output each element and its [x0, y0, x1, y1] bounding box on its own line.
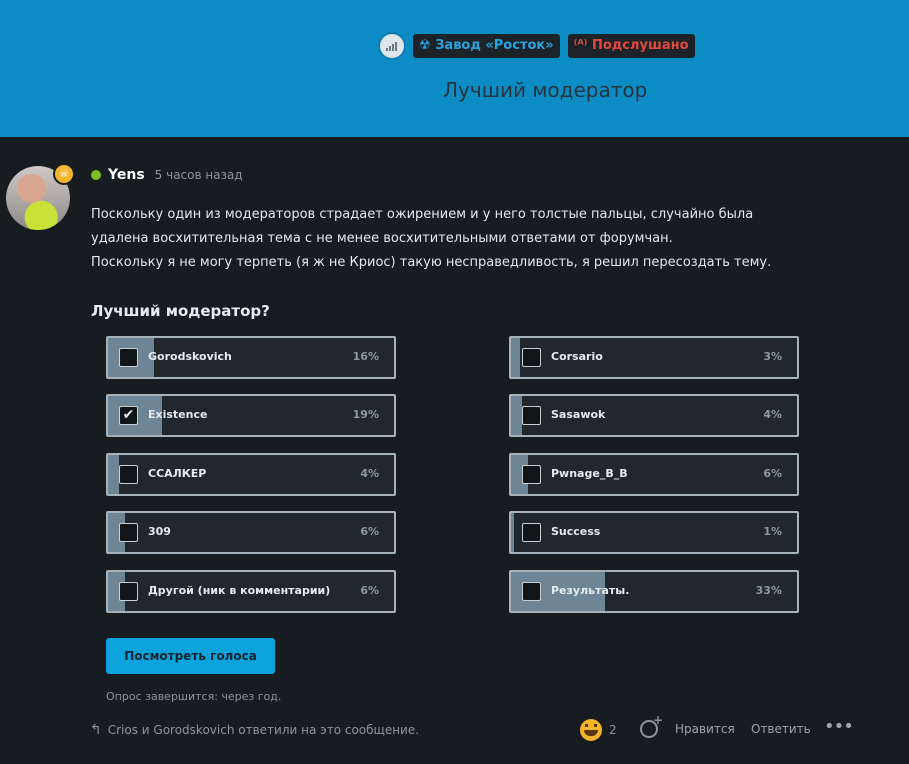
poll-option[interactable]: Success 1% [509, 511, 799, 554]
poll-option-checkbox[interactable] [522, 582, 541, 601]
poll-option-checkbox[interactable] [522, 406, 541, 425]
poll-option-percent: 6% [763, 467, 782, 480]
poll-option-label: Corsario [551, 350, 603, 363]
more-options-icon[interactable]: ••• [824, 716, 854, 737]
poll-option-checkbox[interactable] [119, 465, 138, 484]
poll-option-label: Existence [148, 408, 208, 421]
prefix-label: Завод «Росток» [435, 38, 554, 53]
post-paragraph-2: Поскольку я не могу терпеть (я ж не Крио… [91, 255, 772, 270]
poll-option-result-bar [511, 396, 523, 435]
add-reaction-icon[interactable] [640, 713, 663, 738]
poll-option-label: 309 [148, 525, 171, 538]
radiation-icon: ☢ [419, 38, 431, 53]
poll-option-checkbox[interactable] [119, 523, 138, 542]
poll-option-result-bar [108, 455, 120, 494]
reaction-count: 2 [609, 723, 617, 737]
poll-option-label: Другой (ник в комментарии) [148, 584, 331, 597]
replied-text: Crios и Gorodskovich ответили на это соо… [107, 723, 420, 737]
reaction-summary[interactable]: 2 [580, 719, 617, 741]
poll-option[interactable]: Gorodskovich 16% [106, 336, 396, 379]
ear-icon: ⁽ᴬ⁾ [573, 38, 588, 53]
page-title: Лучший модератор [443, 78, 648, 102]
prefix-label: Подслушано [592, 38, 689, 53]
thread-prefixes: ☢ Завод «Росток» ⁽ᴬ⁾ Подслушано [380, 34, 695, 58]
poll-option[interactable]: Corsario 3% [509, 336, 799, 379]
poll-option-label: Результаты. [551, 584, 630, 597]
poll-option-checkbox[interactable] [522, 465, 541, 484]
poll-option-label: Gorodskovich [148, 350, 232, 363]
poll-option[interactable]: 309 6% [106, 511, 396, 554]
poll-option-percent: 33% [755, 584, 782, 597]
poll-option-result-bar [511, 338, 520, 377]
online-status-icon [91, 170, 101, 180]
poll-option-percent: 16% [352, 350, 379, 363]
post-time[interactable]: 5 часов назад [155, 168, 243, 182]
prefix-podslushano[interactable]: ⁽ᴬ⁾ Подслушано [567, 34, 695, 58]
signal-strength-icon [380, 34, 404, 58]
poll-option-checkbox[interactable]: ✔ [119, 406, 138, 425]
post-author: Yens 5 часов назад [91, 167, 243, 183]
poll-option[interactable]: Sasawok 4% [509, 394, 799, 437]
poll-option-result-bar [511, 513, 514, 552]
poll-option-percent: 19% [352, 408, 379, 421]
poll-option[interactable]: Результаты. 33% [509, 570, 799, 613]
prefix-zavod-rostok[interactable]: ☢ Завод «Росток» [413, 34, 560, 58]
poll-option[interactable]: ССАЛКЕР 4% [106, 453, 396, 496]
poll-option-checkbox[interactable] [522, 348, 541, 367]
poll-option-label: Success [551, 525, 601, 538]
skull-icon: ☠ [53, 163, 75, 185]
post-body: Поскольку один из модераторов страдает о… [91, 203, 811, 275]
author-name[interactable]: Yens [108, 167, 145, 183]
reply-arrow-icon: ↰ [90, 722, 102, 738]
poll-option-percent: 3% [763, 350, 782, 363]
poll-option-checkbox[interactable] [119, 348, 138, 367]
poll-option-percent: 1% [763, 525, 782, 538]
post-paragraph-1: Поскольку один из модераторов страдает о… [91, 207, 754, 246]
poll-option-percent: 6% [360, 525, 379, 538]
poll-option-percent: 4% [763, 408, 782, 421]
poll-option[interactable]: ✔ Existence 19% [106, 394, 396, 437]
poll-option-label: Sasawok [551, 408, 606, 421]
poll-option-label: Pwnage_B_B [551, 467, 628, 480]
grinning-squint-emoji-icon [580, 719, 602, 741]
poll-option-checkbox[interactable] [522, 523, 541, 542]
poll-option-label: ССАЛКЕР [148, 467, 207, 480]
poll-option-percent: 4% [360, 467, 379, 480]
view-votes-button[interactable]: Посмотреть голоса [106, 638, 275, 674]
poll-end-text: Опрос завершится: через год. [106, 690, 282, 703]
thread-header: ☢ Завод «Росток» ⁽ᴬ⁾ Подслушано Лучший м… [0, 0, 909, 137]
poll-option-percent: 6% [360, 584, 379, 597]
poll-option[interactable]: Другой (ник в комментарии) 6% [106, 570, 396, 613]
poll-question: Лучший модератор? [91, 302, 270, 320]
reply-button[interactable]: Ответить [751, 722, 811, 736]
poll-option[interactable]: Pwnage_B_B 6% [509, 453, 799, 496]
replied-info[interactable]: ↰ Crios и Gorodskovich ответили на это с… [90, 722, 419, 738]
poll-option-checkbox[interactable] [119, 582, 138, 601]
like-button[interactable]: Нравится [675, 722, 735, 736]
